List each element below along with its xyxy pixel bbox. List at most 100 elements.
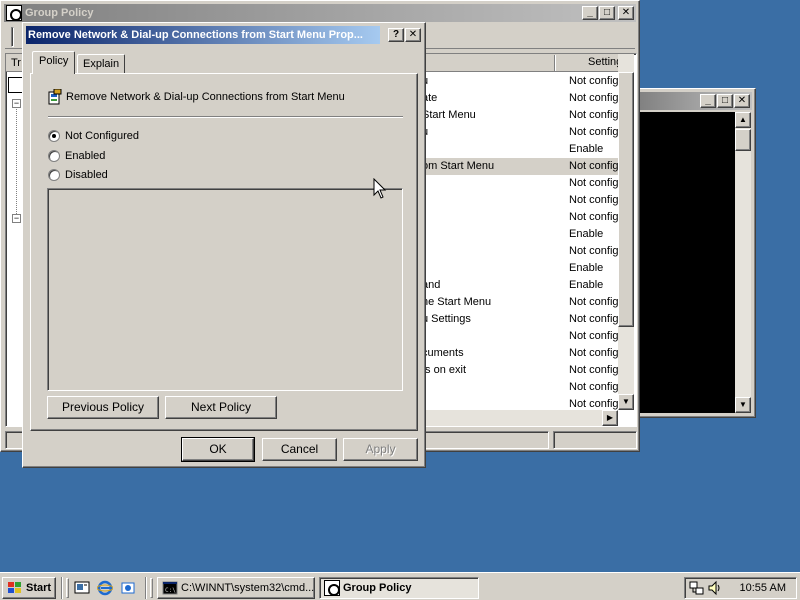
console-minimize-button[interactable]: _ — [700, 94, 716, 108]
console-scroll-up-button[interactable]: ▲ — [735, 112, 751, 128]
settings-column-header[interactable]: Setting — [402, 54, 622, 72]
volume-tray-icon[interactable] — [707, 580, 723, 596]
gp-close-button[interactable]: ✕ — [618, 6, 634, 20]
option-not-configured-label: Not Configured — [65, 130, 139, 142]
group-policy-app-icon — [6, 5, 22, 21]
setting-list-item[interactable]: cuments Not configu — [402, 345, 618, 362]
settings-scroll-right-button[interactable]: ▶ — [602, 410, 618, 426]
radio-not-configured[interactable] — [48, 130, 60, 143]
setting-list-item[interactable]: ts on exit Not configu — [402, 362, 618, 379]
cancel-button[interactable]: Cancel — [262, 438, 337, 461]
group-policy-task-icon — [324, 580, 340, 596]
tree-expand-toggle[interactable]: − — [12, 99, 21, 108]
console-maximize-button[interactable]: □ — [717, 94, 733, 108]
option-disabled-label: Disabled — [65, 169, 108, 181]
setting-list-item[interactable]: Not configu — [402, 209, 618, 226]
settings-scroll-thumb[interactable] — [618, 72, 634, 327]
previous-policy-button[interactable]: Previous Policy — [47, 396, 159, 419]
option-disabled[interactable]: Disabled — [48, 169, 108, 182]
previous-policy-label: Previous Policy — [61, 400, 145, 414]
setting-list-item[interactable]: Enable — [402, 260, 618, 277]
console-titlebar[interactable]: _ □ ✕ — [638, 92, 752, 110]
setting-name: Start Menu — [422, 109, 476, 121]
apply-button[interactable]: Apply — [343, 438, 418, 461]
console-window[interactable]: _ □ ✕ ▲ ▼ — [634, 88, 756, 418]
option-enabled[interactable]: Enabled — [48, 150, 106, 163]
dialog-help-button[interactable]: ? — [388, 28, 404, 42]
start-button[interactable]: Start — [2, 577, 56, 599]
setting-state: Not configu — [569, 313, 618, 325]
setting-list-item[interactable]: Start Menu Not configu — [402, 107, 618, 124]
task-button-group-policy[interactable]: Group Policy — [319, 577, 479, 599]
setting-list-item[interactable]: ateNot configu — [402, 90, 618, 107]
console-scroll-down-button[interactable]: ▼ — [735, 397, 751, 413]
policy-separator — [48, 116, 403, 118]
setting-list-item[interactable]: u Settings Not configu — [402, 311, 618, 328]
quick-launch-grip[interactable] — [66, 578, 69, 598]
settings-scroll-down-button[interactable]: ▼ — [618, 394, 634, 410]
option-enabled-label: Enabled — [65, 150, 106, 162]
gp-maximize-button[interactable]: □ — [599, 6, 615, 20]
setting-list-item[interactable]: Not configu — [402, 175, 618, 192]
setting-state: Not configu — [569, 160, 618, 172]
setting-state: Not configu — [569, 398, 618, 410]
option-not-configured[interactable]: Not Configured — [48, 130, 139, 143]
clock[interactable]: 10:55 AM — [740, 582, 786, 594]
setting-state: Not configu — [569, 109, 618, 121]
console-scroll-thumb[interactable] — [735, 129, 751, 151]
tab-explain[interactable]: Explain — [77, 54, 126, 74]
next-policy-label: Next Policy — [190, 400, 252, 414]
setting-state: Not configu — [569, 126, 618, 138]
setting-list-item[interactable]: Not configu — [402, 379, 618, 396]
next-policy-button[interactable]: Next Policy — [165, 396, 277, 419]
show-desktop-icon[interactable] — [74, 580, 90, 596]
radio-disabled[interactable] — [48, 169, 60, 182]
task-button-cmd[interactable]: C:\ C:\WINNT\system32\cmd... — [157, 577, 315, 599]
policy-properties-dialog[interactable]: Remove Network & Dial-up Connections fro… — [22, 22, 426, 468]
setting-name: u Settings — [422, 313, 471, 325]
settings-horizontal-scrollbar[interactable] — [402, 410, 618, 426]
ok-button-label: OK — [209, 442, 227, 456]
setting-state: Not configu — [569, 211, 618, 223]
setting-list-item[interactable]: he Start Menu Not configu — [402, 294, 618, 311]
setting-list-item[interactable]: Not configu — [402, 192, 618, 209]
setting-list-item[interactable]: uNot configu — [402, 73, 618, 90]
setting-list-item[interactable]: uNot configu — [402, 124, 618, 141]
ok-button[interactable]: OK — [181, 437, 255, 462]
tab-explain-label: Explain — [83, 58, 120, 70]
task-list-grip[interactable] — [150, 578, 153, 598]
setting-list-item[interactable]: Not configu — [402, 396, 618, 411]
setting-state: Enable — [569, 143, 604, 155]
network-tray-icon[interactable] — [689, 580, 705, 596]
setting-state: Not configu — [569, 177, 618, 189]
console-close-button[interactable]: ✕ — [734, 94, 750, 108]
group-policy-titlebar[interactable]: Group Policy _ □ ✕ — [4, 4, 636, 22]
setting-list-item[interactable]: and Enable — [402, 277, 618, 294]
policy-icon — [48, 88, 62, 105]
gp-minimize-button[interactable]: _ — [582, 6, 598, 20]
setting-state: Enable — [569, 279, 604, 291]
setting-header-divider[interactable] — [554, 55, 556, 71]
dialog-close-button[interactable]: ✕ — [405, 28, 421, 42]
cancel-button-label: Cancel — [280, 442, 319, 456]
setting-list-item[interactable]: Not configu — [402, 243, 618, 260]
setting-state: Not configu — [569, 296, 618, 308]
task-button-group-policy-label: Group Policy — [343, 582, 412, 594]
taskbar-separator — [145, 577, 147, 599]
outlook-express-icon[interactable] — [120, 580, 136, 596]
tab-policy[interactable]: Policy — [32, 51, 76, 74]
setting-list-item[interactable]: om Start Menu Not configu — [402, 158, 618, 175]
setting-list-item[interactable]: Enable — [402, 141, 618, 158]
internet-explorer-icon[interactable] — [96, 580, 114, 596]
setting-state: Not configu — [569, 330, 618, 342]
console-output-area[interactable] — [639, 112, 735, 413]
setting-list-item[interactable]: Not configu — [402, 328, 618, 345]
setting-list-item[interactable]: Enable — [402, 226, 618, 243]
console-scrollbar[interactable] — [735, 112, 751, 413]
tree-expand-toggle[interactable]: − — [12, 214, 21, 223]
radio-enabled[interactable] — [48, 150, 60, 163]
settings-list-pane[interactable]: Setting uNot configuateNot configuStart … — [401, 53, 637, 427]
dialog-titlebar[interactable]: Remove Network & Dial-up Connections fro… — [26, 26, 380, 44]
system-tray: 10:55 AM — [684, 577, 797, 599]
setting-state: Not configu — [569, 364, 618, 376]
